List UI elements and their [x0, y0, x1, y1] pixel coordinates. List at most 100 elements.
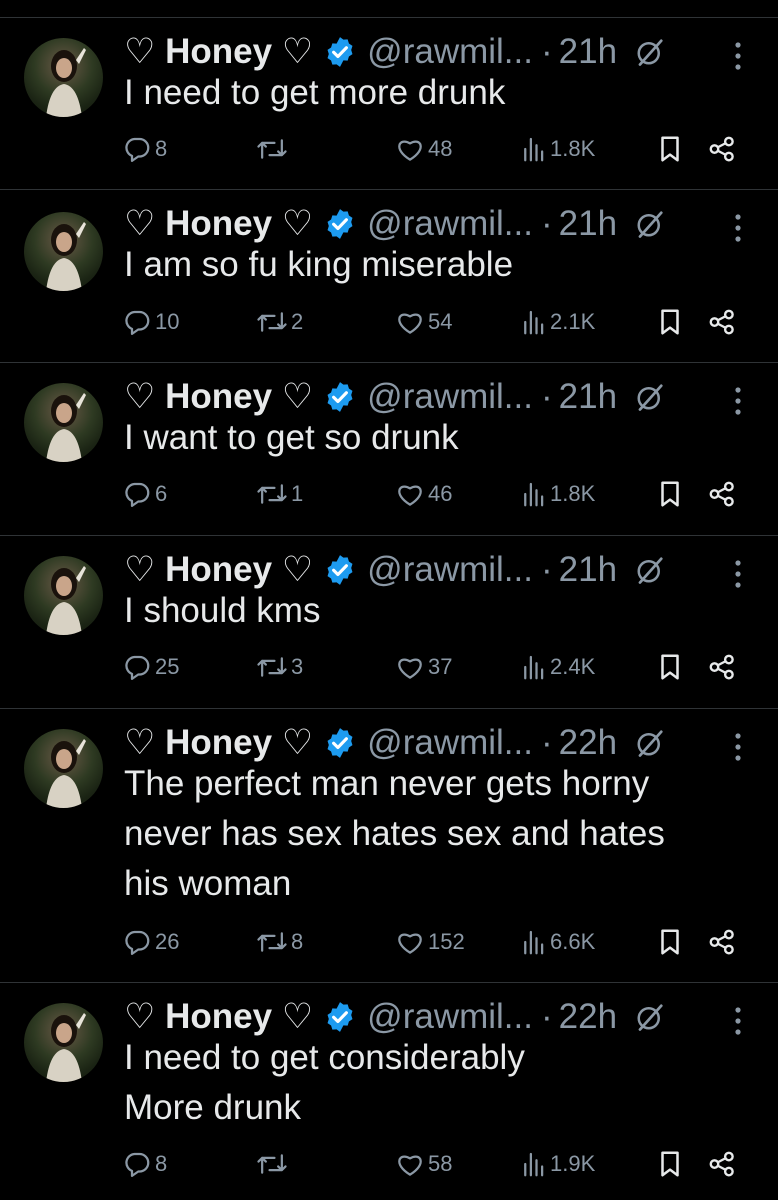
- timestamp[interactable]: 21h: [559, 32, 617, 72]
- share-button[interactable]: [707, 307, 737, 337]
- bookmark-icon: [661, 136, 679, 162]
- tweet[interactable]: ♡ Honey ♡ @rawmil... · 21h I should kms …: [0, 536, 778, 709]
- reply-count: 6: [155, 481, 168, 506]
- verified-badge-icon: [327, 728, 353, 758]
- tweet[interactable]: ♡ Honey ♡ @rawmil... · 21h I want to get…: [0, 363, 778, 536]
- retweet-button[interactable]: 2: [256, 307, 303, 337]
- reply-button[interactable]: 25: [122, 652, 179, 682]
- retweet-icon: [257, 657, 287, 677]
- timestamp[interactable]: 21h: [559, 550, 617, 590]
- like-count: 37: [428, 654, 453, 679]
- share-button[interactable]: [707, 927, 737, 957]
- timestamp[interactable]: 21h: [559, 204, 617, 244]
- handle[interactable]: @rawmil...: [367, 377, 533, 417]
- separator-dot: ·: [540, 997, 553, 1036]
- bookmark-button[interactable]: [657, 1149, 683, 1179]
- like-button[interactable]: 58: [395, 1149, 452, 1179]
- retweet-button[interactable]: 1: [256, 479, 303, 509]
- grok-icon[interactable]: [635, 1002, 665, 1032]
- like-button[interactable]: 54: [395, 307, 452, 337]
- bookmark-button[interactable]: [657, 652, 683, 682]
- like-icon: [398, 313, 422, 334]
- tweet[interactable]: ♡ Honey ♡ @rawmil... · 21h I am so fu ki…: [0, 190, 778, 363]
- share-button[interactable]: [707, 479, 737, 509]
- timestamp[interactable]: 22h: [559, 997, 617, 1037]
- verified-badge-icon: [327, 209, 353, 239]
- bookmark-button[interactable]: [657, 927, 683, 957]
- reply-button[interactable]: 10: [122, 307, 179, 337]
- handle[interactable]: @rawmil...: [367, 550, 533, 590]
- display-name[interactable]: ♡ Honey ♡: [124, 550, 313, 590]
- views-button[interactable]: 2.1K: [521, 307, 595, 337]
- retweet-icon: [257, 312, 287, 332]
- bookmark-button[interactable]: [657, 307, 683, 337]
- tweet-text-line: I need to get considerably: [124, 1038, 525, 1077]
- tweet[interactable]: ♡ Honey ♡ @rawmil... · 22h The perfect m…: [0, 709, 778, 983]
- bookmark-button[interactable]: [657, 134, 683, 164]
- verified-badge-icon: [327, 382, 353, 412]
- verified-badge-icon: [327, 555, 353, 585]
- like-icon: [398, 140, 422, 161]
- views-button[interactable]: 2.4K: [521, 652, 595, 682]
- retweet-button[interactable]: 8: [256, 927, 303, 957]
- display-name[interactable]: ♡ Honey ♡: [124, 204, 313, 244]
- avatar[interactable]: [24, 38, 103, 117]
- avatar[interactable]: [24, 556, 103, 635]
- reply-button[interactable]: 6: [122, 479, 167, 509]
- avatar[interactable]: [24, 729, 103, 808]
- handle[interactable]: @rawmil...: [367, 997, 533, 1037]
- handle[interactable]: @rawmil...: [367, 723, 533, 763]
- grok-icon[interactable]: [635, 555, 665, 585]
- views-count: 6.6K: [550, 929, 596, 954]
- views-button[interactable]: 1.8K: [521, 134, 595, 164]
- like-button[interactable]: 37: [395, 652, 452, 682]
- like-count: 152: [428, 929, 465, 954]
- avatar[interactable]: [24, 383, 103, 462]
- handle[interactable]: @rawmil...: [367, 204, 533, 244]
- views-button[interactable]: 1.8K: [521, 479, 595, 509]
- avatar[interactable]: [24, 1003, 103, 1082]
- like-icon: [398, 933, 422, 954]
- display-name[interactable]: ♡ Honey ♡: [124, 32, 313, 72]
- retweet-button[interactable]: [256, 134, 291, 164]
- timestamp[interactable]: 22h: [559, 723, 617, 763]
- share-button[interactable]: [707, 1149, 737, 1179]
- retweet-button[interactable]: [256, 1149, 291, 1179]
- views-count: 1.8K: [550, 481, 596, 506]
- share-button[interactable]: [707, 134, 737, 164]
- views-button[interactable]: 6.6K: [521, 927, 595, 957]
- reply-count: 25: [155, 654, 180, 679]
- grok-icon[interactable]: [635, 728, 665, 758]
- reply-button[interactable]: 8: [122, 134, 167, 164]
- display-name[interactable]: ♡ Honey ♡: [124, 377, 313, 417]
- retweet-icon: [257, 932, 287, 952]
- handle[interactable]: @rawmil...: [367, 32, 533, 72]
- retweet-icon: [257, 1154, 287, 1174]
- share-button[interactable]: [707, 652, 737, 682]
- views-button[interactable]: 1.9K: [521, 1149, 595, 1179]
- retweet-button[interactable]: 3: [256, 652, 303, 682]
- grok-icon[interactable]: [635, 382, 665, 412]
- bookmark-icon: [661, 309, 679, 335]
- tweet-text: I want to get so drunk: [124, 413, 754, 463]
- reply-button[interactable]: 8: [122, 1149, 167, 1179]
- share-icon: [709, 309, 734, 335]
- timestamp[interactable]: 21h: [559, 377, 617, 417]
- bookmark-icon: [661, 481, 679, 507]
- tweet-text-line: I need to get more drunk: [124, 73, 506, 112]
- display-name[interactable]: ♡ Honey ♡: [124, 723, 313, 763]
- bookmark-button[interactable]: [657, 479, 683, 509]
- like-button[interactable]: 48: [395, 134, 452, 164]
- display-name[interactable]: ♡ Honey ♡: [124, 997, 313, 1037]
- views-icon: [524, 655, 544, 680]
- like-button[interactable]: 46: [395, 479, 452, 509]
- tweet-actions: 6 1 46 1.8K: [0, 479, 778, 519]
- tweet[interactable]: ♡ Honey ♡ @rawmil... · 22h I need to get…: [0, 983, 778, 1200]
- reply-button[interactable]: 26: [122, 927, 179, 957]
- avatar[interactable]: [24, 212, 103, 291]
- grok-icon[interactable]: [635, 37, 665, 67]
- grok-icon[interactable]: [635, 209, 665, 239]
- like-button[interactable]: 152: [395, 927, 465, 957]
- tweet-text-line: The perfect man never gets horny: [124, 764, 650, 803]
- tweet[interactable]: ♡ Honey ♡ @rawmil... · 21h I need to get…: [0, 18, 778, 190]
